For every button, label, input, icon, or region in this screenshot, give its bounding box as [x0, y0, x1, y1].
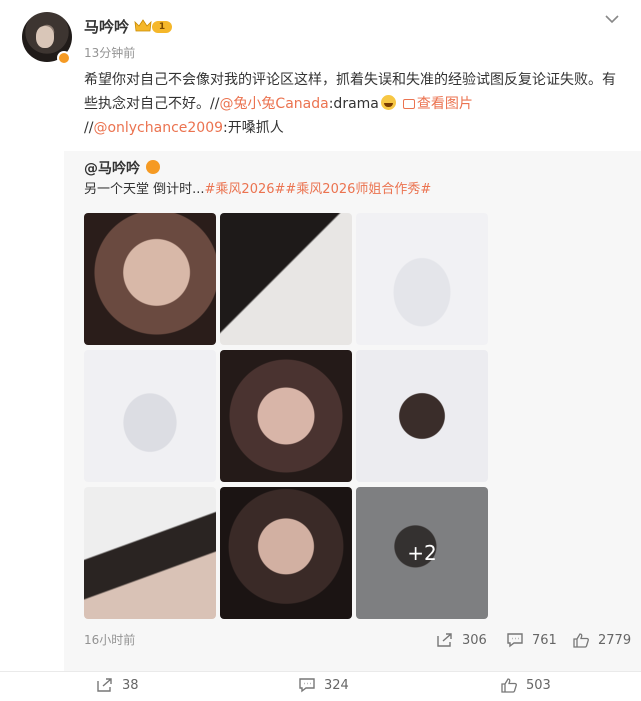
photo-thumbnail[interactable] — [84, 487, 216, 619]
repost-body: 另一个天堂 倒计时... — [84, 182, 205, 197]
verified-badge-icon — [146, 160, 160, 174]
timestamp[interactable]: 13分钟前 — [84, 44, 135, 61]
photo-thumbnail[interactable] — [220, 350, 352, 482]
repost-timestamp[interactable]: 16小时前 — [84, 631, 135, 648]
hashtag-link[interactable]: #乘风2026师姐合作秀# — [285, 182, 431, 197]
username[interactable]: 马吟吟 — [84, 16, 129, 37]
photo-thumbnail[interactable] — [356, 350, 488, 482]
photo-thumbnail[interactable] — [84, 213, 216, 345]
photo-thumbnail[interactable] — [356, 213, 488, 345]
mention-link[interactable]: @兔小兔Canada — [219, 96, 328, 112]
repost-like-button[interactable]: 2779 — [572, 632, 631, 648]
more-photos-count[interactable]: +2 — [356, 487, 488, 619]
post-text: 希望你对自己不会像对我的评论区这样，抓着失误和失准的经验试图反复论证失败。有些执… — [84, 68, 624, 140]
like-count: 2779 — [598, 632, 632, 648]
like-count: 503 — [526, 677, 551, 693]
mention-tail: :开嗓抓人 — [223, 120, 284, 136]
photo-thumbnail[interactable] — [84, 350, 216, 482]
comment-count: 324 — [324, 677, 349, 693]
mention-tail: :drama — [328, 96, 379, 112]
comment-icon — [507, 633, 523, 648]
weibo-post-card: 马吟吟 1 13分钟前 希望你对自己不会像对我的评论区这样，抓着失误和失准的经验… — [0, 0, 641, 701]
comment-button[interactable]: 324 — [298, 677, 349, 693]
repost-author[interactable]: @马吟吟 — [84, 158, 140, 178]
crown-icon — [134, 19, 152, 32]
share-button[interactable]: 38 — [96, 677, 139, 693]
repost-share-button[interactable]: 306 — [436, 632, 487, 648]
photo-thumbnail[interactable]: +2 — [356, 487, 488, 619]
hashtag-link[interactable]: #乘风2026# — [205, 182, 286, 197]
comment-count: 761 — [532, 632, 557, 648]
repost-text: 另一个天堂 倒计时...#乘风2026##乘风2026师姐合作秀# — [84, 180, 431, 200]
view-picture-link[interactable]: 查看图片 — [417, 96, 473, 112]
verified-badge-icon — [57, 51, 71, 65]
divider — [0, 671, 641, 672]
repost-comment-button[interactable]: 761 — [506, 632, 557, 648]
thumbs-up-icon — [501, 678, 517, 693]
photo-thumbnail[interactable] — [220, 487, 352, 619]
level-badge: 1 — [152, 21, 172, 33]
laugh-emoji-icon — [380, 95, 396, 110]
picture-icon[interactable] — [402, 99, 415, 109]
chevron-down-icon[interactable] — [604, 14, 620, 24]
share-icon — [437, 633, 452, 647]
comment-icon — [299, 678, 315, 693]
thumbs-up-icon — [573, 633, 589, 648]
like-button[interactable]: 503 — [500, 677, 551, 693]
mention-link[interactable]: @onlychance2009 — [93, 120, 223, 136]
share-icon — [97, 678, 112, 692]
share-count: 306 — [462, 632, 487, 648]
share-count: 38 — [122, 677, 139, 693]
photo-thumbnail[interactable] — [220, 213, 352, 345]
